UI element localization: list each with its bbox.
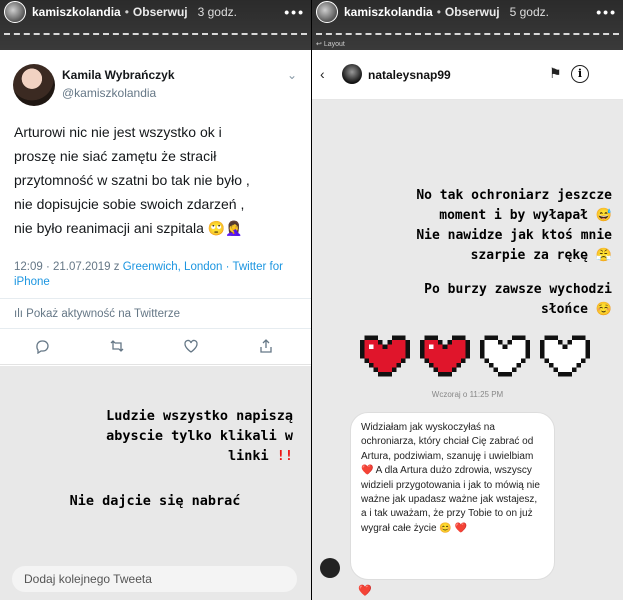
left-story-panel: kamiszkolandia • Obserwuj 3 godz. ••• Ka…	[0, 0, 311, 600]
message-bubble[interactable]: Widziałam jak wyskoczyłaś na ochroniarza…	[350, 412, 555, 580]
caption-line: Ludzie wszystko napiszą	[106, 408, 293, 424]
tweet-text: Arturowi nic nie jest wszystko ok i pros…	[14, 120, 299, 240]
caption-text: No tak ochroniarz jeszcze moment i by wy…	[322, 186, 612, 266]
add-tweet-input[interactable]: Dodaj kolejnego Tweeta	[12, 566, 297, 592]
follow-button[interactable]: Obserwuj	[445, 5, 500, 19]
tweet-timestamp: 12:09 · 21.07.2019 z	[14, 261, 123, 273]
caption-line-text: linki !!	[227, 448, 293, 464]
dm-username[interactable]: nataleysnap99	[368, 68, 451, 82]
divider	[0, 298, 311, 299]
heart-outline-icon	[540, 335, 590, 377]
story-username[interactable]: kamiszkolandia	[344, 5, 433, 19]
tweet-actions	[34, 338, 274, 357]
avatar[interactable]	[4, 1, 26, 23]
dm-conversation: No tak ochroniarz jeszcze moment i by wy…	[312, 100, 623, 600]
tweet-line: nie dopisujcie sobie swoich zdarzeń ,	[14, 196, 245, 212]
caption-line: linki !!	[18, 446, 293, 466]
caption-line: moment i by wyłapał 😅	[439, 208, 612, 223]
tweet-line: nie było reanimacji ani szpitala 🙄🤦‍♀️	[14, 220, 243, 236]
tweet-line: proszę nie siać zamętu że stracił	[14, 148, 217, 164]
heart-icon	[420, 335, 470, 377]
story-username[interactable]: kamiszkolandia	[32, 5, 121, 19]
story-header: kamiszkolandia • Obserwuj 3 godz. •••	[4, 1, 305, 23]
caption-line: abyscie tylko klikali w	[106, 428, 293, 444]
caption-line: słońce ☺️	[541, 302, 612, 317]
caption-line: szarpie za rękę 😤	[470, 248, 612, 263]
caption-line: Nie nawidze jak ktoś mnie	[416, 228, 612, 243]
follow-button[interactable]: Obserwuj	[133, 5, 188, 19]
story-progress-bar	[316, 33, 619, 35]
caption-line: No tak ochroniarz jeszcze	[416, 188, 612, 203]
share-icon[interactable]	[258, 338, 274, 357]
info-icon[interactable]: i	[571, 65, 589, 83]
heart-icon	[360, 335, 410, 377]
overlay-text-area: Ludzie wszystko napiszą abyscie tylko kl…	[0, 366, 311, 600]
like-icon[interactable]	[183, 338, 199, 357]
tweet-author-name[interactable]: Kamila Wybrańczyk	[62, 68, 175, 82]
chevron-down-icon[interactable]: ⌄	[287, 68, 297, 82]
reply-icon[interactable]	[34, 338, 50, 357]
tweet-activity-link[interactable]: ılı Pokaż aktywność na Twitterze	[14, 308, 180, 320]
more-options-icon[interactable]: •••	[596, 4, 617, 20]
caption-text-2: Po burzy zawsze wychodzi słońce ☺️	[322, 280, 612, 320]
story-header: kamiszkolandia • Obserwuj 5 godz. •••	[316, 1, 617, 23]
exclamation-marks: !!	[276, 448, 293, 464]
more-options-icon[interactable]: •••	[284, 4, 305, 20]
layout-icon: ↩	[316, 41, 324, 48]
story-time: 5 godz.	[509, 5, 549, 19]
tweet-author-handle[interactable]: @kamiszkolandia	[62, 86, 156, 100]
avatar[interactable]	[316, 1, 338, 23]
activity-label: Pokaż aktywność na Twitterze	[26, 308, 180, 320]
tweet-line: Arturowi nic nie jest wszystko ok i	[14, 124, 222, 140]
retweet-icon[interactable]	[109, 338, 125, 357]
back-icon[interactable]: ‹	[320, 66, 325, 82]
caption-text: Ludzie wszystko napiszą abyscie tylko kl…	[18, 406, 293, 466]
layout-label-text: Layout	[323, 41, 345, 48]
separator-dot: •	[124, 5, 129, 19]
message-reactions[interactable]: ❤️	[358, 584, 372, 597]
dm-header: ‹ nataleysnap99 ⚑ i	[312, 50, 623, 100]
pixel-hearts	[360, 334, 590, 378]
stats-icon: ılı	[14, 308, 23, 320]
divider	[0, 328, 311, 329]
message-timestamp: Wczoraj o 11:25 PM	[431, 390, 504, 399]
caption-text-2: Nie dajcie się nabrać	[69, 493, 241, 509]
caption-line: Po burzy zawsze wychodzi	[424, 282, 612, 297]
avatar[interactable]	[320, 558, 340, 578]
layout-label: ↩ Layout	[316, 40, 345, 48]
tweet-line: przytomność w szatni bo tak nie było ,	[14, 172, 250, 188]
heart-outline-icon	[480, 335, 530, 377]
story-progress-bar	[4, 33, 307, 35]
separator-dot: •	[436, 5, 441, 19]
story-time: 3 godz.	[197, 5, 237, 19]
flag-icon[interactable]: ⚑	[549, 65, 562, 82]
story-header-band: kamiszkolandia • Obserwuj 5 godz. ••• ↩ …	[312, 0, 623, 50]
right-story-panel: kamiszkolandia • Obserwuj 5 godz. ••• ↩ …	[312, 0, 623, 600]
tweet-avatar[interactable]	[13, 64, 55, 106]
tweet-card: Kamila Wybrańczyk @kamiszkolandia ⌄ Artu…	[0, 50, 311, 365]
avatar[interactable]	[342, 64, 362, 84]
tweet-meta: 12:09 · 21.07.2019 z Greenwich, London ·…	[14, 260, 299, 290]
story-header-band: kamiszkolandia • Obserwuj 3 godz. •••	[0, 0, 311, 50]
